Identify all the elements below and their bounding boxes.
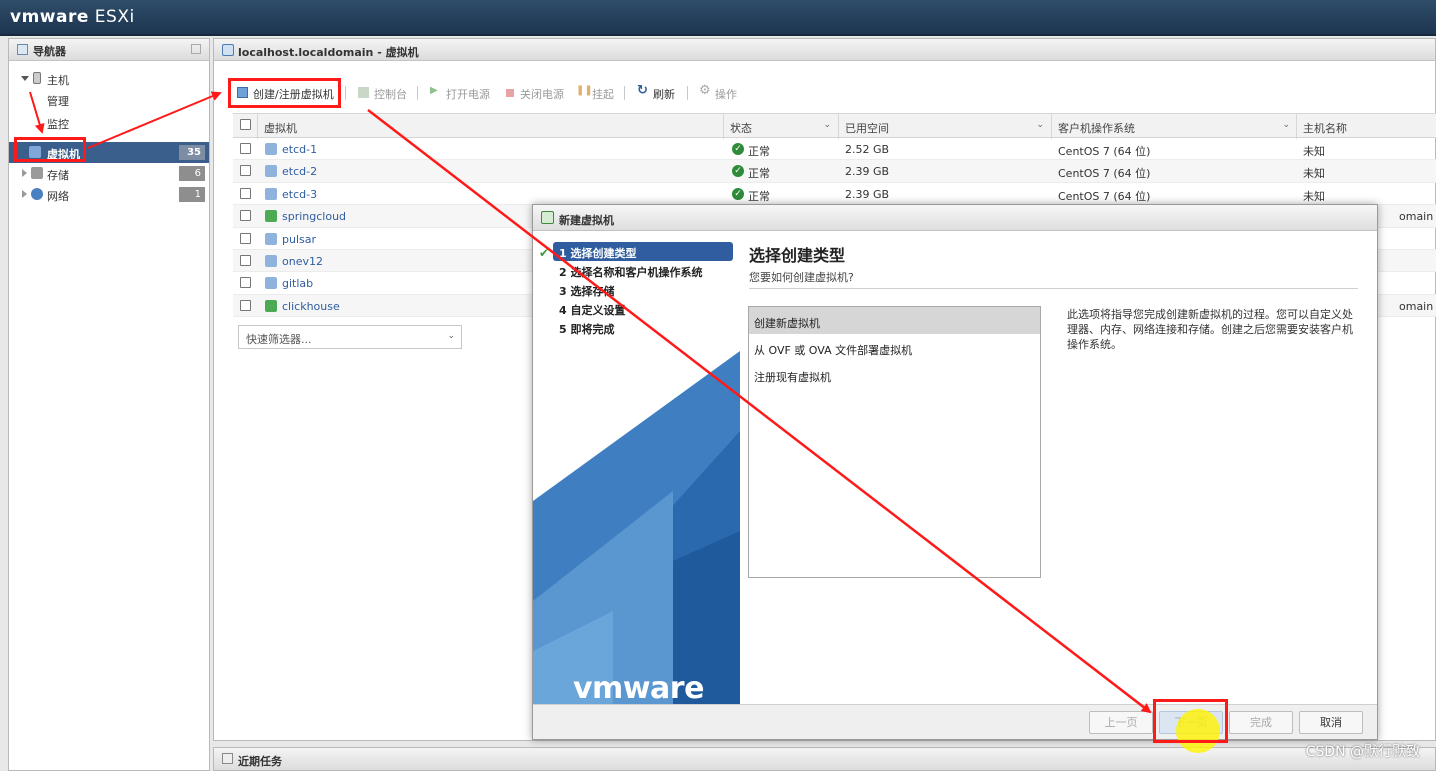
watermark: CSDN @默行默致 [1305,744,1420,760]
arrow-to-vm-nav [29,91,45,134]
annotation-arrows [29,91,1152,714]
arrow-to-create-button [87,91,222,149]
arrow-to-next-button [367,109,1152,714]
